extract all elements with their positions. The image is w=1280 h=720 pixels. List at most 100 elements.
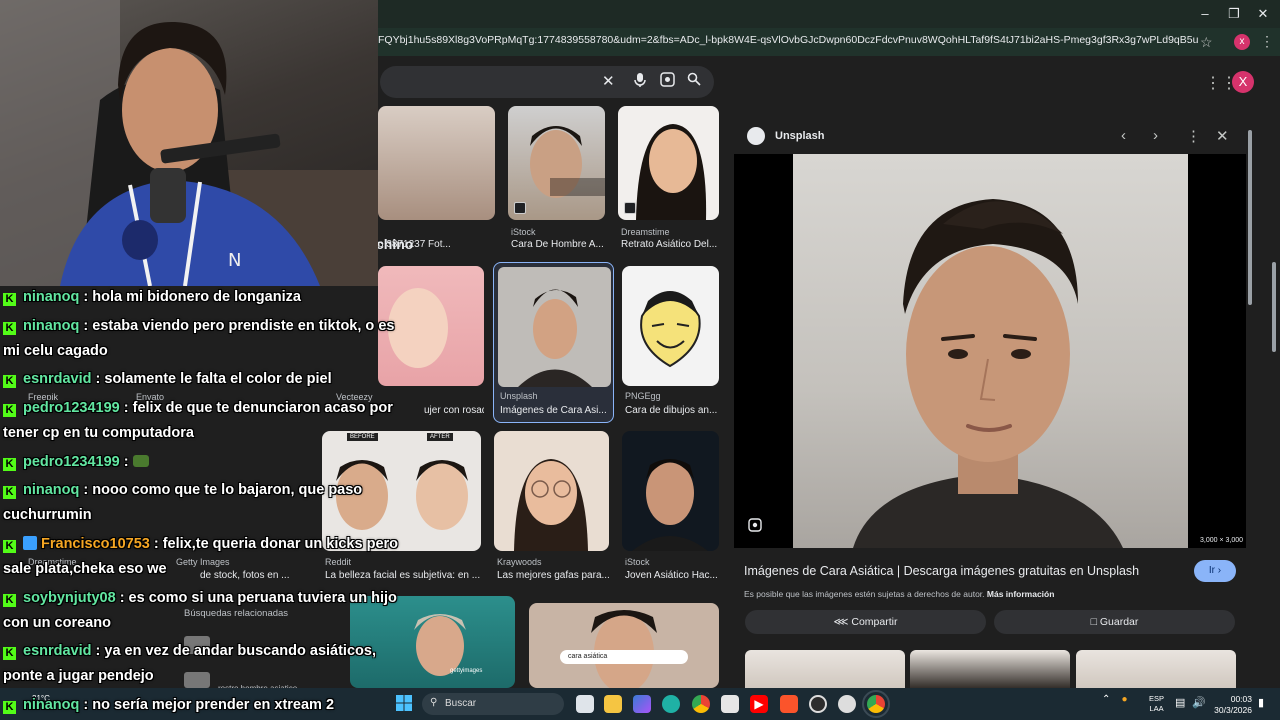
related-image[interactable] bbox=[1076, 650, 1236, 690]
taskbar-search[interactable] bbox=[422, 693, 564, 715]
chat-message: Kninanoq : no sería mejor prender en xtr… bbox=[3, 693, 413, 718]
lens-icon[interactable] bbox=[660, 72, 675, 91]
share-button[interactable]: ⋘ Compartir bbox=[745, 610, 986, 634]
url-text[interactable]: FQYbj1hu5s89Xl8g3VoPRpMqTg:1774839558780… bbox=[378, 34, 1198, 50]
unsplash-logo bbox=[747, 127, 765, 145]
result-title[interactable]: Retrato Asiático Del... bbox=[621, 239, 719, 250]
chat-username[interactable]: ninanoq bbox=[23, 289, 79, 305]
chat-message: Kninanoq : nooo como que te lo bajaron, … bbox=[3, 478, 413, 528]
task-view-icon[interactable] bbox=[576, 695, 594, 713]
taskbar-search-label: Buscar bbox=[445, 698, 477, 709]
restore-icon[interactable]: ❐ bbox=[1219, 4, 1249, 24]
result-source: Unsplash bbox=[500, 391, 538, 401]
previous-icon[interactable]: ‹ bbox=[1121, 127, 1126, 144]
result-source: Dreamstime bbox=[621, 227, 670, 237]
notifications-icon[interactable]: ▮ bbox=[1258, 696, 1264, 709]
panel-source[interactable]: Unsplash bbox=[775, 130, 825, 142]
chat-username[interactable]: pedro1234199 bbox=[23, 400, 120, 416]
tray-chevron-icon[interactable]: ⌃ bbox=[1102, 694, 1110, 705]
system-tray: ⌃ ● bbox=[1102, 694, 1128, 705]
chat-username[interactable]: soybynjuty08 bbox=[23, 590, 116, 606]
kick-badge-icon: K bbox=[3, 458, 16, 471]
chat-message: Kninanoq : estaba viendo pero prendiste … bbox=[3, 314, 413, 364]
section-heading: chino bbox=[376, 236, 414, 252]
panel-title[interactable]: Imágenes de Cara Asiática | Descarga imá… bbox=[744, 564, 1184, 578]
panel-scrollbar[interactable] bbox=[1248, 130, 1252, 305]
result-image[interactable] bbox=[622, 431, 719, 551]
more-info-link[interactable]: Más información bbox=[987, 589, 1055, 599]
result-image[interactable] bbox=[618, 106, 719, 220]
result-title[interactable]: Las mejores gafas para... bbox=[497, 570, 609, 581]
lang-top: ESP bbox=[1149, 694, 1165, 703]
more-options-icon[interactable]: ⋮ bbox=[1186, 127, 1201, 145]
volume-icon[interactable]: 🔊 bbox=[1192, 696, 1206, 709]
chat-username[interactable]: esnrdavid bbox=[23, 371, 92, 387]
chat-username[interactable]: ninanoq bbox=[23, 482, 79, 498]
chat-username[interactable]: pedro1234199 bbox=[23, 454, 120, 470]
taskbar-search-icon: ⚲ bbox=[430, 697, 438, 708]
save-button[interactable]: □ Guardar bbox=[994, 610, 1235, 634]
chat-message: Kpedro1234199 : felix de que te denuncia… bbox=[3, 396, 413, 446]
visit-label: Ir bbox=[1208, 565, 1215, 576]
share-label: Compartir bbox=[851, 616, 898, 628]
browser-menu-icon[interactable]: ⋮ bbox=[1260, 33, 1274, 50]
youtube-icon[interactable]: ▶ bbox=[750, 695, 768, 713]
copilot-icon[interactable] bbox=[633, 695, 651, 713]
result-source: Kraywoods bbox=[497, 557, 542, 567]
profile-avatar[interactable]: x bbox=[1234, 34, 1250, 50]
result-image[interactable] bbox=[622, 266, 719, 386]
chat-username[interactable]: esnrdavid bbox=[23, 643, 92, 659]
store-icon[interactable] bbox=[721, 695, 739, 713]
kick-badge-icon: K bbox=[3, 375, 16, 388]
kick-badge-icon: K bbox=[3, 594, 16, 607]
clock[interactable]: 00:03 30/3/2026 bbox=[1212, 694, 1252, 716]
chat-username[interactable]: Francisco10753 bbox=[41, 536, 150, 552]
page-scrollbar[interactable] bbox=[1272, 262, 1276, 352]
result-source: iStock bbox=[625, 557, 650, 567]
after-label: AFTER bbox=[427, 433, 453, 441]
result-image[interactable] bbox=[529, 603, 719, 688]
chat-message: Kesnrdavid : ya en vez de andar buscando… bbox=[3, 639, 413, 689]
chat-username[interactable]: ninanoq bbox=[23, 318, 79, 334]
minimize-icon[interactable]: – bbox=[1190, 4, 1220, 24]
result-title[interactable]: Imágenes de Cara Asi... bbox=[500, 405, 608, 416]
kick-badge-icon: K bbox=[3, 701, 16, 714]
result-title[interactable]: Joven Asiático Hac... bbox=[625, 570, 720, 581]
result-source: iStock bbox=[511, 227, 536, 237]
related-image[interactable] bbox=[910, 650, 1070, 690]
share-icon: ⋘ bbox=[833, 616, 849, 628]
copyright-text: Es posible que las imágenes estén sujeta… bbox=[744, 589, 985, 599]
chrome-active-icon[interactable] bbox=[862, 690, 890, 718]
bookmark-star-icon[interactable]: ☆ bbox=[1200, 34, 1213, 51]
result-image[interactable] bbox=[508, 106, 605, 220]
brave-icon[interactable] bbox=[780, 695, 798, 713]
kick-badge-icon: K bbox=[3, 540, 16, 553]
chrome-icon[interactable] bbox=[692, 695, 710, 713]
search-icon[interactable] bbox=[687, 72, 701, 90]
close-window-icon[interactable]: ✕ bbox=[1248, 4, 1278, 24]
chat-username[interactable]: ninanoq bbox=[23, 697, 79, 713]
related-image[interactable] bbox=[745, 650, 905, 690]
file-explorer-icon[interactable] bbox=[604, 695, 622, 713]
app-icon[interactable] bbox=[838, 695, 856, 713]
next-icon[interactable]: › bbox=[1153, 127, 1158, 144]
obs-icon[interactable] bbox=[809, 695, 827, 713]
result-image[interactable] bbox=[494, 431, 609, 551]
clear-search-icon[interactable]: ✕ bbox=[602, 72, 615, 90]
result-title[interactable]: Cara De Hombre A... bbox=[511, 239, 606, 250]
network-icon[interactable]: ▤ bbox=[1175, 696, 1185, 709]
visual-search-icon[interactable] bbox=[748, 518, 762, 535]
edge-icon[interactable] bbox=[662, 695, 680, 713]
mic-icon[interactable] bbox=[633, 72, 647, 92]
close-panel-icon[interactable]: ✕ bbox=[1216, 127, 1229, 145]
result-image[interactable] bbox=[378, 106, 495, 220]
result-title[interactable]: ujer con rosado... bbox=[424, 405, 484, 416]
language-indicator[interactable]: ESP LAA bbox=[1149, 694, 1164, 714]
visit-button[interactable]: Ir › bbox=[1194, 560, 1236, 582]
account-avatar[interactable]: X bbox=[1232, 71, 1254, 93]
webcam-overlay: N bbox=[0, 0, 378, 286]
mic-tray-icon[interactable]: ● bbox=[1122, 694, 1128, 705]
related-query-chip[interactable]: cara asiática bbox=[560, 650, 688, 664]
result-title[interactable]: Cara de dibujos an... bbox=[625, 405, 720, 416]
preview-image[interactable] bbox=[793, 154, 1188, 548]
